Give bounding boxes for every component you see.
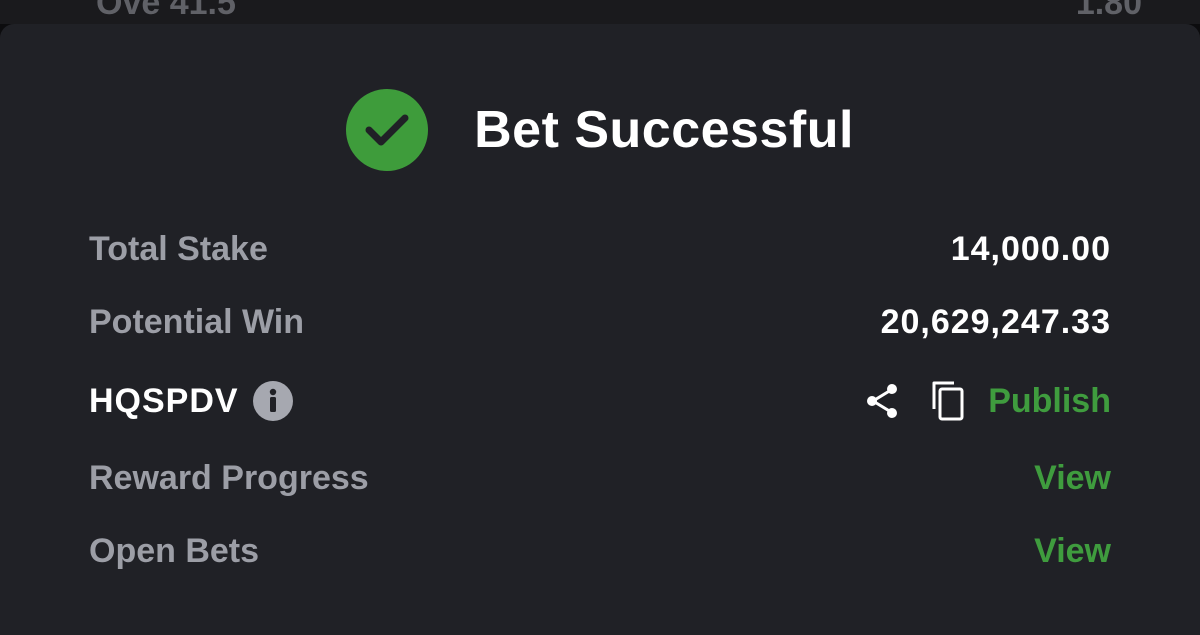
booking-actions: Publish (862, 379, 1111, 423)
underlying-odds-text: 1.80 (1075, 0, 1142, 22)
checkmark-glyph (365, 114, 409, 146)
sheet-header: Bet Successful (0, 88, 1200, 172)
publish-button[interactable]: Publish (988, 382, 1111, 421)
underlying-content-strip: Ove 41.5 1.80 (0, 0, 1200, 24)
booking-code-group: HQSPDV (89, 381, 293, 421)
reward-progress-view-link[interactable]: View (1034, 459, 1111, 498)
share-icon[interactable] (862, 381, 902, 421)
underlying-market-text: Ove 41.5 (96, 0, 236, 22)
open-bets-view-link[interactable]: View (1034, 532, 1111, 571)
potential-win-row: Potential Win 20,629,247.33 (89, 297, 1111, 347)
potential-win-label: Potential Win (89, 302, 305, 341)
copy-icon[interactable] (928, 379, 968, 423)
booking-code-row: HQSPDV Publish (89, 376, 1111, 426)
total-stake-row: Total Stake 14,000.00 (89, 224, 1111, 274)
total-stake-label: Total Stake (89, 229, 268, 268)
bet-success-sheet: Bet Successful Total Stake 14,000.00 Pot… (0, 24, 1200, 635)
info-icon[interactable] (252, 381, 293, 421)
reward-progress-row: Reward Progress View (89, 453, 1111, 503)
booking-code: HQSPDV (89, 381, 239, 420)
page-title: Bet Successful (474, 101, 854, 159)
reward-progress-label: Reward Progress (89, 458, 369, 497)
potential-win-value: 20,629,247.33 (880, 302, 1111, 341)
open-bets-row: Open Bets View (89, 526, 1111, 576)
open-bets-label: Open Bets (89, 531, 260, 570)
total-stake-value: 14,000.00 (950, 229, 1111, 268)
check-circle-icon (346, 89, 429, 171)
